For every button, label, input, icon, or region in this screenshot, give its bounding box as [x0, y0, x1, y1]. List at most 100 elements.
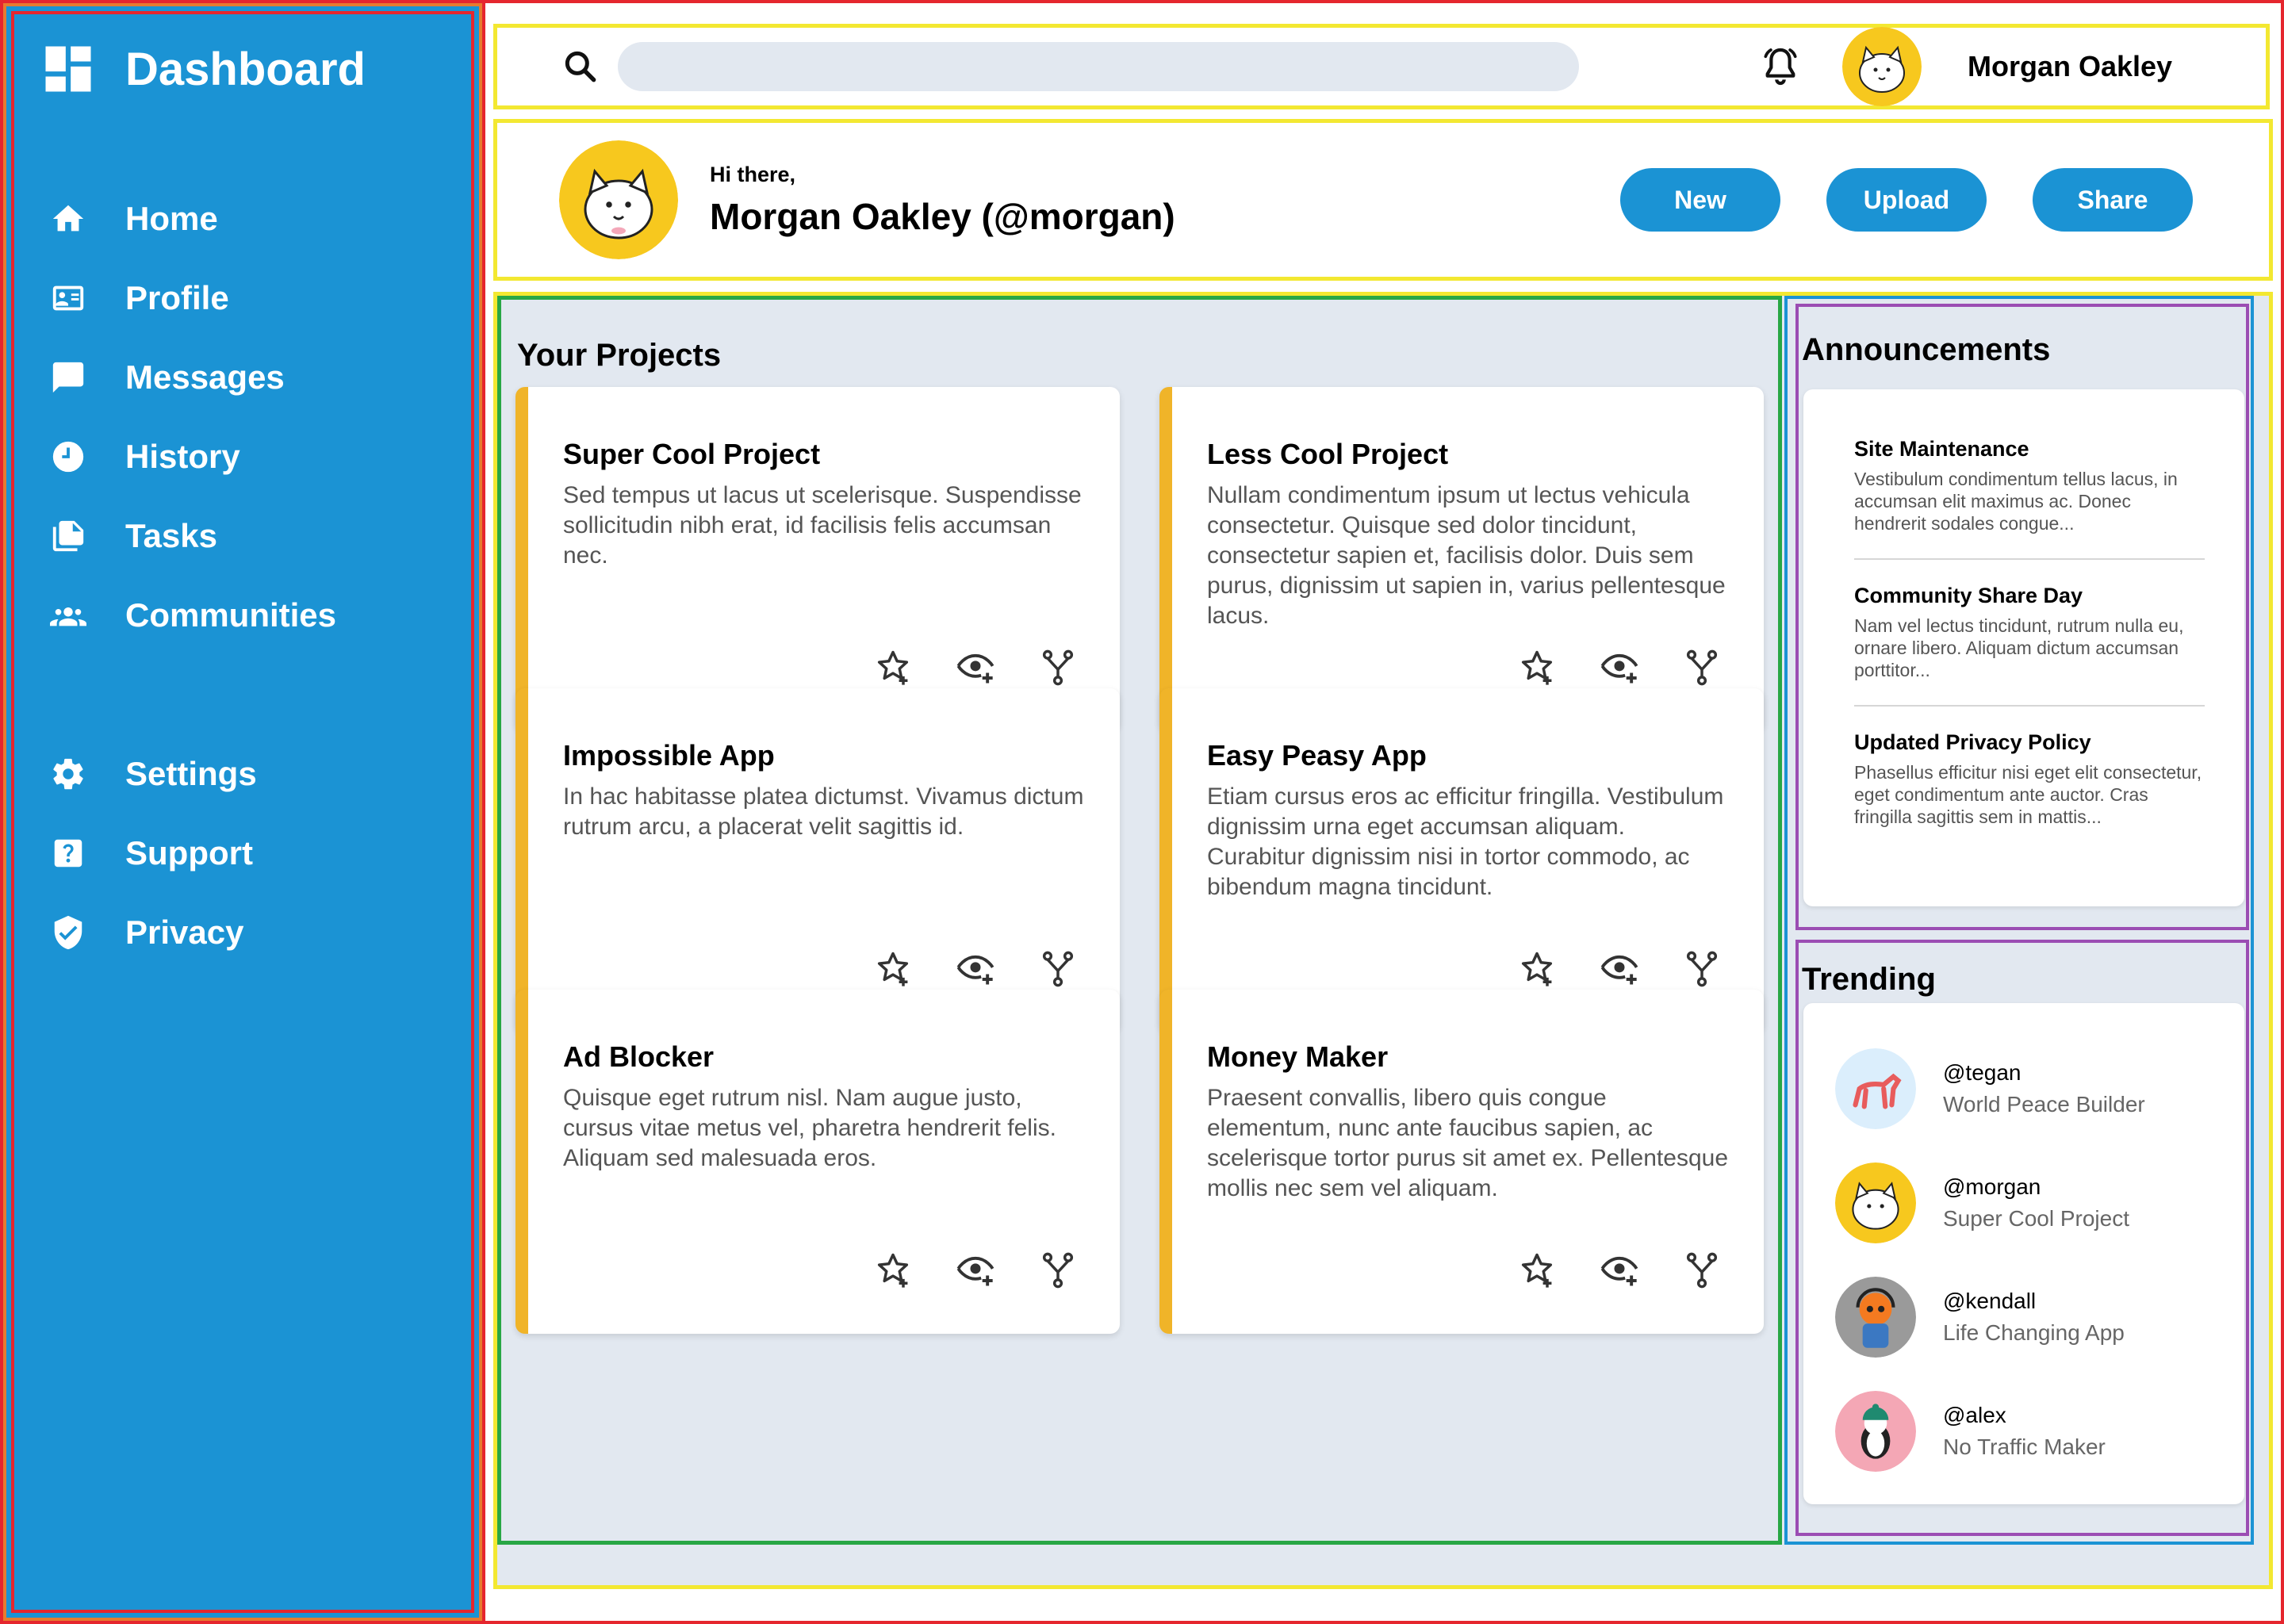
- sidebar-item-home[interactable]: Home: [6, 179, 479, 259]
- trend-handle: @morgan: [1943, 1174, 2041, 1199]
- user-full-name: Morgan Oakley (@morgan): [710, 195, 1175, 237]
- project-title: Impossible App: [563, 739, 775, 772]
- watch-add-icon[interactable]: [955, 948, 996, 990]
- announcements-section: Announcements Site Maintenance Vestibulu…: [1795, 304, 2249, 930]
- projects-section: Your Projects Super Cool Project Sed temp…: [497, 296, 1782, 1545]
- watch-add-icon[interactable]: [955, 647, 996, 688]
- document-icon: [48, 515, 89, 557]
- trending-card: @tegan World Peace Builder @morgan Super…: [1803, 1003, 2244, 1504]
- sidebar-item-label: Messages: [125, 358, 285, 396]
- list-item[interactable]: Site Maintenance Vestibulum condimentum …: [1854, 437, 2205, 560]
- home-icon: [48, 198, 89, 239]
- new-button[interactable]: New: [1620, 168, 1780, 232]
- watch-add-icon[interactable]: [955, 1250, 996, 1291]
- fork-icon[interactable]: [1037, 1250, 1079, 1291]
- share-button[interactable]: Share: [2033, 168, 2193, 232]
- sidebar-item-settings[interactable]: Settings: [6, 734, 479, 814]
- sidebar-item-communities[interactable]: Communities: [6, 576, 479, 655]
- announcement-title: Community Share Day: [1854, 584, 2083, 607]
- list-item[interactable]: @kendall Life Changing App: [1835, 1260, 2244, 1374]
- watch-add-icon[interactable]: [1599, 948, 1640, 990]
- fork-icon[interactable]: [1037, 647, 1079, 688]
- star-add-icon[interactable]: [872, 1250, 914, 1291]
- announcements-title: Announcements: [1802, 332, 2051, 367]
- fork-icon[interactable]: [1037, 948, 1079, 990]
- sidebar-item-history[interactable]: History: [6, 417, 479, 496]
- announcement-text: Phasellus efficitur nisi eget elit conse…: [1854, 762, 2202, 827]
- sidebar: Dashboard Home Profile Messages History …: [3, 3, 482, 1621]
- content-area: Your Projects Super Cool Project Sed temp…: [493, 292, 2273, 1589]
- fork-icon[interactable]: [1681, 1250, 1723, 1291]
- search-input[interactable]: [618, 42, 1579, 91]
- project-card[interactable]: Ad Blocker Quisque eget rutrum nisl. Nam …: [515, 990, 1120, 1334]
- announcement-text: Vestibulum condimentum tellus lacus, in …: [1854, 469, 2178, 534]
- trending-section: Trending @tegan World Peace Builder @mor…: [1795, 940, 2249, 1536]
- star-add-icon[interactable]: [1516, 1250, 1558, 1291]
- search-icon[interactable]: [561, 47, 600, 86]
- project-actions: [872, 1250, 1079, 1291]
- header-actions: New Upload Share: [1620, 168, 2193, 232]
- welcome-header: Hi there, Morgan Oakley (@morgan) New Up…: [493, 119, 2273, 281]
- user-avatar[interactable]: [1842, 27, 1922, 106]
- project-actions: [1516, 948, 1723, 990]
- project-description: Nullam condimentum ipsum ut lectus vehic…: [1207, 482, 1726, 629]
- greeting-block: Hi there, Morgan Oakley (@morgan): [710, 163, 1175, 238]
- people-icon: [48, 595, 89, 636]
- star-add-icon[interactable]: [872, 948, 914, 990]
- project-card[interactable]: Money Maker Praesent convallis, libero qu…: [1159, 990, 1764, 1334]
- project-actions: [872, 647, 1079, 688]
- watch-add-icon[interactable]: [1599, 1250, 1640, 1291]
- avatar: [1835, 1391, 1916, 1472]
- right-column: Announcements Site Maintenance Vestibulu…: [1784, 296, 2254, 1545]
- announcements-card: Site Maintenance Vestibulum condimentum …: [1803, 389, 2244, 906]
- project-description: Quisque eget rutrum nisl. Nam augue just…: [563, 1085, 1056, 1171]
- trending-title: Trending: [1802, 962, 1936, 997]
- project-title: Easy Peasy App: [1207, 739, 1427, 772]
- sidebar-item-label: History: [125, 438, 240, 475]
- bell-icon[interactable]: [1758, 44, 1803, 89]
- sidebar-item-privacy[interactable]: Privacy: [6, 893, 479, 972]
- fork-icon[interactable]: [1681, 948, 1723, 990]
- list-item[interactable]: Community Share Day Nam vel lectus tinci…: [1854, 584, 2205, 707]
- watch-add-icon[interactable]: [1599, 647, 1640, 688]
- trend-handle: @kendall: [1943, 1289, 2037, 1313]
- shield-icon: [48, 912, 89, 953]
- sidebar-item-support[interactable]: Support: [6, 814, 479, 893]
- project-actions: [1516, 1250, 1723, 1291]
- avatar: [559, 140, 678, 259]
- project-card[interactable]: Impossible App In hac habitasse platea di…: [515, 688, 1120, 1032]
- clock-icon: [48, 436, 89, 477]
- project-title: Less Cool Project: [1207, 438, 1449, 470]
- list-item[interactable]: @tegan World Peace Builder: [1835, 1032, 2244, 1146]
- list-item[interactable]: @morgan Super Cool Project: [1835, 1146, 2244, 1260]
- sidebar-item-profile[interactable]: Profile: [6, 259, 479, 338]
- avatar: [1835, 1277, 1916, 1358]
- project-description: Etiam cursus eros ac efficitur fringilla…: [1207, 783, 1724, 900]
- brand[interactable]: Dashboard: [6, 22, 479, 116]
- project-title: Money Maker: [1207, 1040, 1389, 1073]
- sidebar-item-label: Tasks: [125, 517, 217, 554]
- list-item[interactable]: @alex No Traffic Maker: [1835, 1374, 2244, 1488]
- fork-icon[interactable]: [1681, 647, 1723, 688]
- sidebar-item-tasks[interactable]: Tasks: [6, 496, 479, 576]
- project-description: In hac habitasse platea dictumst. Vivamu…: [563, 783, 1084, 840]
- gear-icon: [48, 753, 89, 795]
- star-add-icon[interactable]: [1516, 647, 1558, 688]
- sidebar-item-label: Profile: [125, 279, 229, 316]
- announcement-title: Site Maintenance: [1854, 437, 2029, 461]
- star-add-icon[interactable]: [1516, 948, 1558, 990]
- project-title: Ad Blocker: [563, 1040, 715, 1073]
- trend-project: No Traffic Maker: [1943, 1434, 2106, 1459]
- upload-button[interactable]: Upload: [1826, 168, 1987, 232]
- dashboard-logo-icon: [45, 46, 91, 92]
- sidebar-item-messages[interactable]: Messages: [6, 338, 479, 417]
- projects-title: Your Projects: [517, 338, 722, 373]
- trend-project: Life Changing App: [1943, 1320, 2125, 1345]
- list-item[interactable]: Updated Privacy Policy Phasellus efficit…: [1854, 730, 2205, 852]
- star-add-icon[interactable]: [872, 647, 914, 688]
- main-area: Morgan Oakley Hi there, Morgan Oakley (@…: [482, 3, 2281, 1621]
- project-card[interactable]: Super Cool Project Sed tempus ut lacus ut…: [515, 387, 1120, 731]
- top-username[interactable]: Morgan Oakley: [1968, 50, 2172, 83]
- project-card[interactable]: Easy Peasy App Etiam cursus eros ac effic…: [1159, 688, 1764, 1032]
- project-card[interactable]: Less Cool Project Nullam condimentum ipsu…: [1159, 387, 1764, 731]
